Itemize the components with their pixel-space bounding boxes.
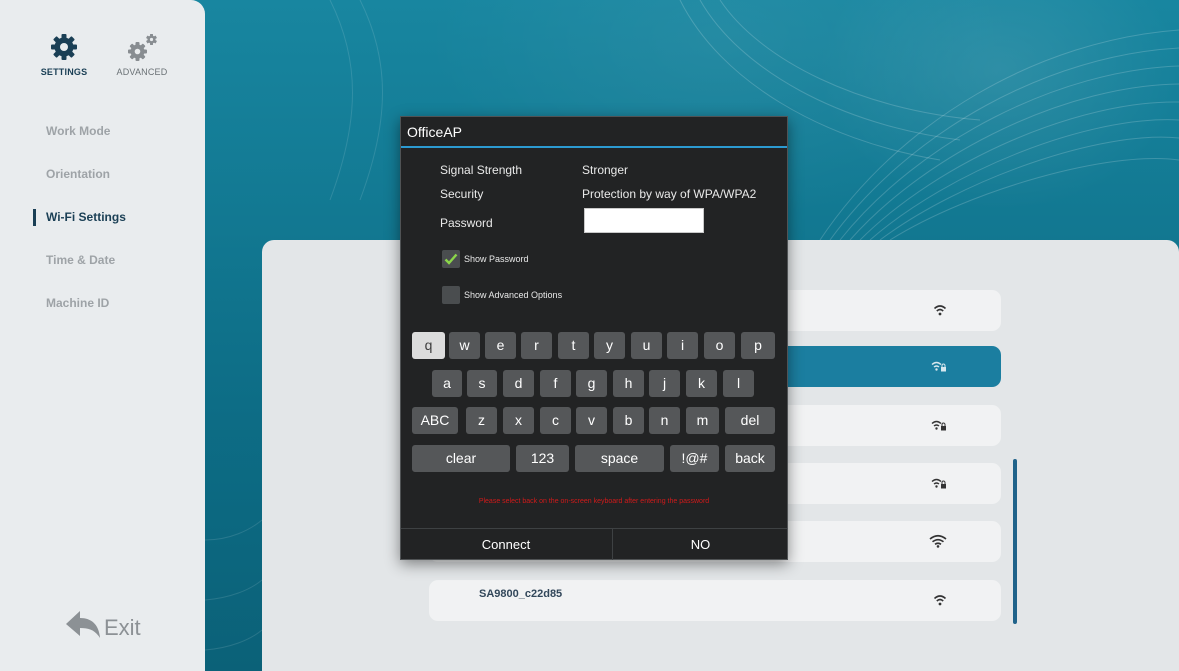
key-g[interactable]: g <box>576 370 607 397</box>
dialog-title: OfficeAP <box>401 117 787 148</box>
key-h[interactable]: h <box>613 370 644 397</box>
cancel-button[interactable]: NO <box>612 529 788 560</box>
wifi-lock-icon <box>931 476 947 494</box>
key-v[interactable]: v <box>576 407 607 434</box>
key-back[interactable]: back <box>725 445 775 472</box>
key-b[interactable]: b <box>613 407 644 434</box>
dialog-footer: Connect NO <box>401 528 787 560</box>
connect-button[interactable]: Connect <box>401 529 611 560</box>
key-x[interactable]: x <box>503 407 534 434</box>
wifi-icon <box>929 534 947 553</box>
gear-icon <box>34 30 94 64</box>
key-r[interactable]: r <box>521 332 552 359</box>
key-f[interactable]: f <box>540 370 571 397</box>
wifi-icon <box>933 303 947 321</box>
key-delete[interactable]: del <box>725 407 775 434</box>
exit-button[interactable]: Exit <box>62 608 141 647</box>
sidebar-item-wifi-settings[interactable]: Wi-Fi Settings <box>0 196 205 239</box>
sidebar-item-machine-id[interactable]: Machine ID <box>0 282 205 325</box>
password-input[interactable] <box>584 208 704 233</box>
keyboard-hint-text: Please select back on the on-screen keyb… <box>478 498 710 505</box>
sidebar-item-time-date[interactable]: Time & Date <box>0 239 205 282</box>
show-advanced-options-checkbox[interactable]: Show Advanced Options <box>442 286 562 304</box>
network-name: SA9800_c22d85 <box>479 588 563 600</box>
key-c[interactable]: c <box>540 407 571 434</box>
sidebar-nav: Work Mode Orientation Wi-Fi Settings Tim… <box>0 110 205 325</box>
key-q[interactable]: q <box>412 332 445 359</box>
key-j[interactable]: j <box>649 370 680 397</box>
network-list-scrollbar[interactable] <box>1013 459 1017 624</box>
password-label: Password <box>440 216 493 230</box>
key-p[interactable]: p <box>741 332 775 359</box>
key-z[interactable]: z <box>466 407 497 434</box>
key-e[interactable]: e <box>485 332 516 359</box>
key-s[interactable]: s <box>467 370 497 397</box>
network-row[interactable]: SA9800_c22d85 <box>429 580 1001 621</box>
key-u[interactable]: u <box>631 332 662 359</box>
sidebar-item-orientation[interactable]: Orientation <box>0 153 205 196</box>
security-value: Protection by way of WPA/WPA2 <box>582 187 757 201</box>
key-a[interactable]: a <box>432 370 462 397</box>
advanced-mode-label: ADVANCED <box>116 67 168 77</box>
wifi-icon <box>933 593 947 611</box>
advanced-mode-tab[interactable]: ADVANCED <box>112 30 172 77</box>
key-123[interactable]: 123 <box>516 445 569 472</box>
key-symbols[interactable]: !@# <box>670 445 719 472</box>
key-y[interactable]: y <box>594 332 625 359</box>
wifi-lock-icon <box>931 418 947 436</box>
sidebar: SETTINGS ADVANCED Work Mode Orientation … <box>0 0 205 671</box>
sidebar-item-work-mode[interactable]: Work Mode <box>0 110 205 153</box>
key-d[interactable]: d <box>503 370 534 397</box>
show-password-checkbox[interactable]: Show Password <box>442 250 529 268</box>
key-clear[interactable]: clear <box>412 445 510 472</box>
show-advanced-options-label: Show Advanced Options <box>464 290 563 300</box>
key-m[interactable]: m <box>686 407 719 434</box>
wifi-connect-dialog: OfficeAP Signal Strength Stronger Securi… <box>400 116 788 560</box>
exit-label: Exit <box>104 614 141 640</box>
key-abc[interactable]: ABC <box>412 407 458 434</box>
key-i[interactable]: i <box>667 332 698 359</box>
checkmark-icon <box>442 250 460 268</box>
unchecked-box-icon <box>442 286 460 304</box>
key-t[interactable]: t <box>558 332 589 359</box>
key-l[interactable]: l <box>723 370 754 397</box>
settings-mode-tab[interactable]: SETTINGS <box>34 30 94 77</box>
back-arrow-icon <box>62 608 102 647</box>
settings-mode-label: SETTINGS <box>40 67 88 77</box>
show-password-label: Show Password <box>464 254 529 264</box>
key-n[interactable]: n <box>649 407 680 434</box>
key-o[interactable]: o <box>704 332 735 359</box>
gears-icon <box>112 30 172 64</box>
key-k[interactable]: k <box>686 370 717 397</box>
signal-strength-value: Stronger <box>582 163 629 177</box>
security-label: Security <box>440 187 484 201</box>
signal-strength-label: Signal Strength <box>440 163 523 177</box>
wifi-lock-icon <box>931 359 947 377</box>
key-w[interactable]: w <box>449 332 480 359</box>
key-space[interactable]: space <box>575 445 664 472</box>
